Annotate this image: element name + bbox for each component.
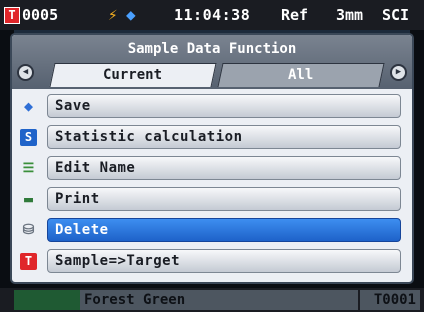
color-swatch (14, 290, 80, 310)
save-button[interactable]: Save (47, 94, 401, 118)
delete-button[interactable]: Delete (47, 218, 401, 242)
menu-item-print[interactable]: ▬ Print (12, 186, 412, 212)
clock: 11:04:38 (174, 6, 251, 24)
edit-name-icon: ☰ (22, 161, 35, 176)
tab-all[interactable]: All (217, 63, 385, 87)
aperture: 3mm (336, 6, 364, 24)
measurement-mode: Ref (281, 6, 309, 24)
sample-number: 0005 (22, 6, 59, 24)
sample-data-dialog: Sample Data Function ◀ Current All ▶ ◆ S… (10, 33, 414, 284)
tab-current[interactable]: Current (49, 63, 217, 87)
sample-name: Forest Green (80, 290, 358, 310)
tab-next-arrow-icon[interactable]: ▶ (390, 64, 407, 81)
save-tag-icon: ◆ (23, 97, 34, 115)
sample-type-icon: T (4, 7, 20, 24)
specular-mode: SCI (382, 6, 410, 24)
target-icon: T (20, 253, 37, 270)
statistic-calculation-button[interactable]: Statistic calculation (47, 125, 401, 149)
dialog-title: Sample Data Function (127, 41, 297, 57)
menu-item-delete[interactable]: ⛁ Delete (12, 217, 412, 243)
target-number: T0001 (360, 290, 420, 310)
dialog-header: Sample Data Function ◀ Current All ▶ (12, 35, 412, 89)
menu-item-statistic[interactable]: S Statistic calculation (12, 124, 412, 150)
edit-name-button[interactable]: Edit Name (47, 156, 401, 180)
bottom-bar: Forest Green T0001 (0, 288, 424, 312)
print-button[interactable]: Print (47, 187, 401, 211)
statistic-icon: S (20, 129, 37, 146)
menu-item-save[interactable]: ◆ Save (12, 93, 412, 119)
bolt-icon: ⚡ (108, 5, 118, 24)
menu-item-sample-to-target[interactable]: T Sample=>Target (12, 248, 412, 274)
status-bar: T 0005 ⚡ ◆ 11:04:38 Ref 3mm SCI (0, 0, 424, 30)
menu-item-edit-name[interactable]: ☰ Edit Name (12, 155, 412, 181)
sample-to-target-button[interactable]: Sample=>Target (47, 249, 401, 273)
tag-icon: ◆ (126, 5, 136, 24)
trash-icon: ⛁ (22, 222, 35, 238)
tab-prev-arrow-icon[interactable]: ◀ (17, 64, 34, 81)
printer-icon: ▬ (23, 190, 34, 208)
